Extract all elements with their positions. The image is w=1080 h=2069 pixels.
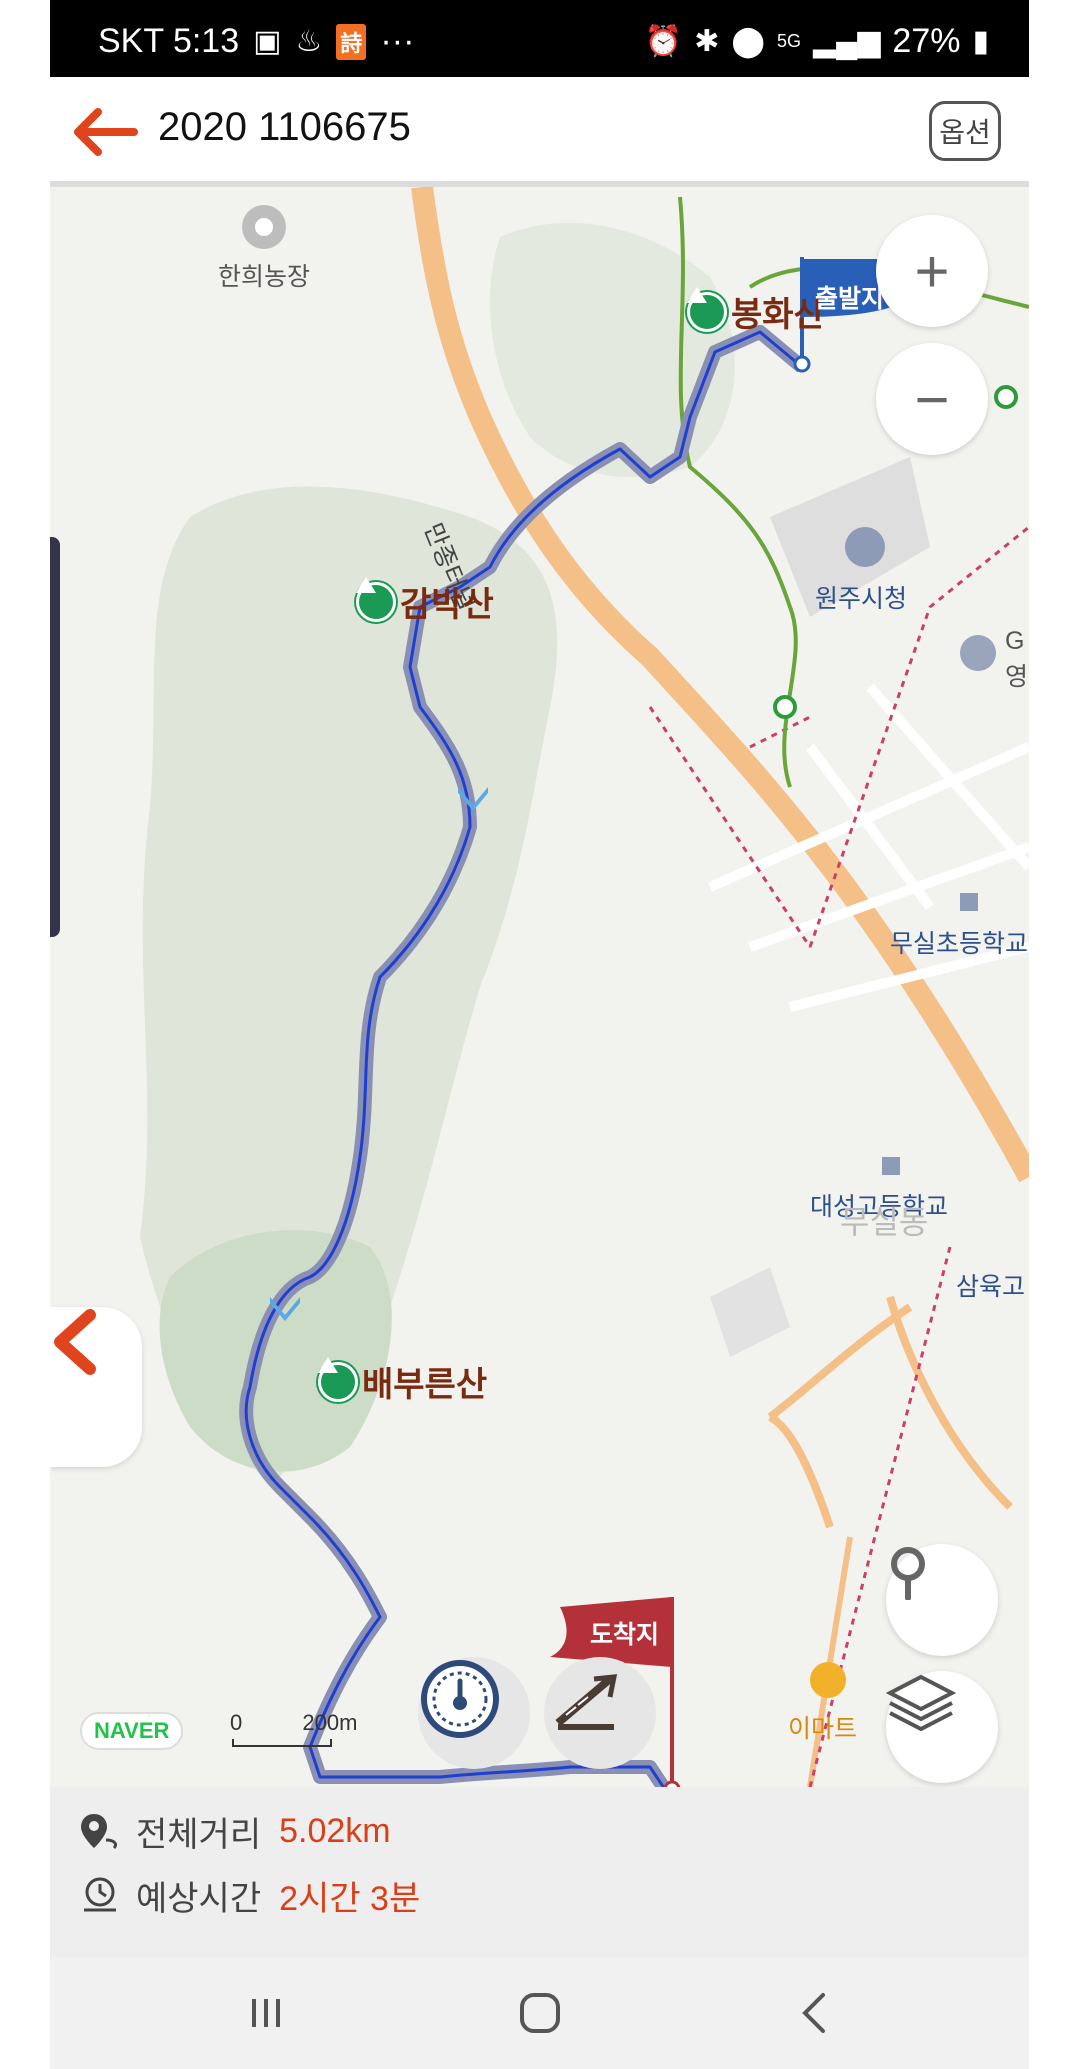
left-margin [0,0,50,2069]
city-hall-marker [845,527,885,567]
time-row: 예상시간 2시간 3분 [78,1871,420,1920]
time-label: 예상시간 [136,1880,262,1918]
layers-icon [886,1674,956,1731]
mountain-label: 봉화산 [731,296,825,334]
distance-pin-icon [81,1813,118,1849]
page-title: 2020 1106675 [158,105,411,149]
forest-area-dense [159,1230,392,1472]
speed-gauge-button[interactable] [418,1657,530,1769]
mountain-icon [356,577,396,622]
distance-value: 5.02km [279,1812,391,1850]
label-district: 무실동 [840,1204,929,1240]
mountain-bonghwa[interactable]: 봉화산 [687,287,825,336]
trail-marker [773,695,797,719]
battery-icon: ▮ [972,24,989,58]
recent-apps-button[interactable] [236,1987,296,2039]
bluetooth-icon: ✱ [694,24,720,58]
map-view[interactable]: 한희농장 원주시청 만종터널 무실초등학교 대성고등학교 삼육고 이마트 G 영… [50,187,1029,1787]
distance-label: 전체거리 [136,1816,262,1854]
label-partial-g: G [1005,627,1025,655]
scale-bar [232,1739,332,1747]
app-badge: 詩 [336,23,367,60]
slope-icon [555,1674,618,1730]
school-marker [882,1157,900,1175]
signal-icon: ▂▄▆ [813,24,881,58]
gauge-icon [421,1660,499,1738]
plus-icon: + [914,237,950,305]
mountain-icon [318,1357,358,1402]
back-arrow-icon [74,108,138,156]
mountain-baeburuen[interactable]: 배부른산 [318,1357,487,1406]
interchange-ramps [767,1295,1013,1529]
naver-logo: NAVER [80,1712,184,1750]
building-block [710,1267,790,1357]
clock-icon [84,1877,116,1911]
label-city-hall: 원주시청 [815,585,908,613]
alarm-icon: ⏰ [644,24,683,58]
layers-button[interactable] [886,1671,998,1783]
map-canvas [140,187,1029,1787]
home-button[interactable] [510,1987,570,2039]
time-value: 2시간 3분 [279,1880,421,1918]
mountain-label: 배부른산 [362,1366,488,1404]
side-panel-handle[interactable] [50,537,60,937]
recent-apps-icon [252,1999,280,2027]
location-icon: ⬤ [731,24,765,58]
gallery-icon: ▣ [253,24,282,58]
school-marker [960,893,978,911]
end-flag-label: 도착지 [590,1621,660,1649]
zoom-in-button[interactable]: + [876,215,988,327]
phone-screen: SKT 5:13 ▣ ♨ 詩 ··· ⏰ ✱ ⬤ 5G ▂▄▆ 27% ▮ 20… [50,0,1029,2069]
pin-icon [891,1547,925,1600]
chevron-left-icon [54,1309,96,1375]
side-panel-toggle[interactable] [50,1307,142,1467]
label-high-school-2: 삼육고 [956,1273,1026,1301]
scale-label: 0 200m [230,1710,357,1736]
network-type: 5G [777,31,802,51]
elevation-button[interactable] [544,1657,656,1769]
forest-area-north [490,222,735,477]
label-elementary: 무실초등학교 [890,930,1029,958]
scale-zero: 0 [230,1710,243,1735]
option-button[interactable]: 옵션 [929,101,1001,161]
location-button[interactable] [886,1544,998,1656]
back-button[interactable] [68,102,140,162]
mountain-gambak[interactable]: 감박산 [356,577,494,626]
mountain-label: 감박산 [400,586,494,624]
mountain-icon [687,287,727,332]
label-farm: 한희농장 [218,263,311,291]
carrier-time: SKT 5:13 [98,22,240,60]
home-icon [520,1993,560,2033]
distance-row: 전체거리 5.02km [78,1807,391,1856]
right-margin [1029,0,1080,2069]
farm-marker-center [255,218,273,236]
minus-icon: − [914,365,950,433]
road-south [807,1536,853,1787]
route-info-panel: 전체거리 5.02km 예상시간 2시간 3분 [50,1787,1029,1957]
system-nav-bar [50,1957,1029,2069]
chevron-left-icon [802,1993,825,2033]
start-flag-label: 출발지 [815,285,885,313]
label-emart: 이마트 [788,1715,858,1743]
system-back-button[interactable] [784,1987,844,2039]
zoom-out-button[interactable]: − [876,343,988,455]
label-partial-yeong: 영 [1005,663,1029,691]
more-notifications: ··· [380,22,415,60]
battery-level: 27% [892,22,961,60]
trail-marker [994,385,1018,409]
scale-distance: 200m [302,1710,358,1735]
emart-marker [810,1662,846,1698]
notification-icon: ♨ [295,24,323,58]
start-point [793,355,811,373]
status-bar: SKT 5:13 ▣ ♨ 詩 ··· ⏰ ✱ ⬤ 5G ▂▄▆ 27% ▮ [50,0,1029,77]
app-header: 2020 1106675 옵션 [50,77,1029,187]
tower-marker [960,635,996,671]
